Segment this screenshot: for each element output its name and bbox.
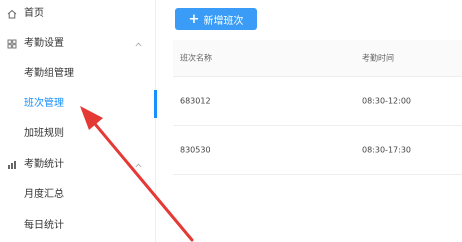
sidebar-item-shift-management[interactable]: 班次管理	[0, 90, 157, 118]
add-shift-button[interactable]: + 新增班次	[175, 8, 257, 30]
app-window: 首页 考勤设置 考勤组管理 班次管理 加班规则 考勤统计 月度汇总 每日统计 +…	[0, 0, 462, 242]
add-shift-label: 新增班次	[203, 15, 244, 27]
sidebar-item-daily-stats[interactable]: 每日统计	[0, 212, 156, 240]
table-header: 班次名称 考勤时间	[173, 40, 462, 77]
attendance-time-cell: 08:30-12:00	[362, 96, 411, 106]
sidebar-item-home[interactable]: 首页	[0, 0, 156, 28]
column-header-shift-name: 班次名称	[180, 53, 212, 63]
shift-name-cell: 683012	[180, 96, 211, 106]
sidebar-group-attendance-stats[interactable]: 考勤统计	[0, 151, 156, 179]
sidebar-item-label: 考勤组管理	[24, 68, 74, 79]
sidebar-item-label: 首页	[24, 8, 44, 19]
plus-icon: +	[188, 11, 200, 27]
sidebar-item-label: 每日统计	[24, 220, 64, 231]
table-row[interactable]: 830530 08:30-17:30	[173, 126, 462, 175]
sidebar-item-monthly-summary[interactable]: 月度汇总	[0, 181, 156, 209]
sidebar-item-label: 班次管理	[24, 98, 64, 109]
column-header-attendance-time: 考勤时间	[362, 53, 394, 63]
attendance-time-cell: 08:30-17:30	[362, 145, 411, 155]
sidebar-item-overtime-rules[interactable]: 加班规则	[0, 120, 156, 148]
sidebar-group-attendance-settings[interactable]: 考勤设置	[0, 30, 156, 58]
chevron-up-icon[interactable]	[134, 40, 142, 48]
chevron-up-icon[interactable]	[134, 161, 142, 169]
shift-name-cell: 830530	[180, 145, 211, 155]
sidebar-item-attendance-group[interactable]: 考勤组管理	[0, 60, 156, 88]
sidebar-item-label: 加班规则	[24, 128, 64, 139]
sidebar: 首页 考勤设置 考勤组管理 班次管理 加班规则 考勤统计 月度汇总 每日统计	[0, 0, 157, 242]
table-row[interactable]: 683012 08:30-12:00	[173, 77, 462, 126]
sidebar-item-label: 考勤设置	[24, 38, 64, 49]
sidebar-item-label: 考勤统计	[24, 159, 64, 170]
home-icon	[6, 8, 18, 20]
grid-icon	[6, 38, 18, 50]
sidebar-item-label: 月度汇总	[24, 189, 64, 200]
bar-chart-icon	[6, 159, 18, 171]
main-content: + 新增班次 班次名称 考勤时间 683012 08:30-12:00 8305…	[157, 0, 462, 242]
